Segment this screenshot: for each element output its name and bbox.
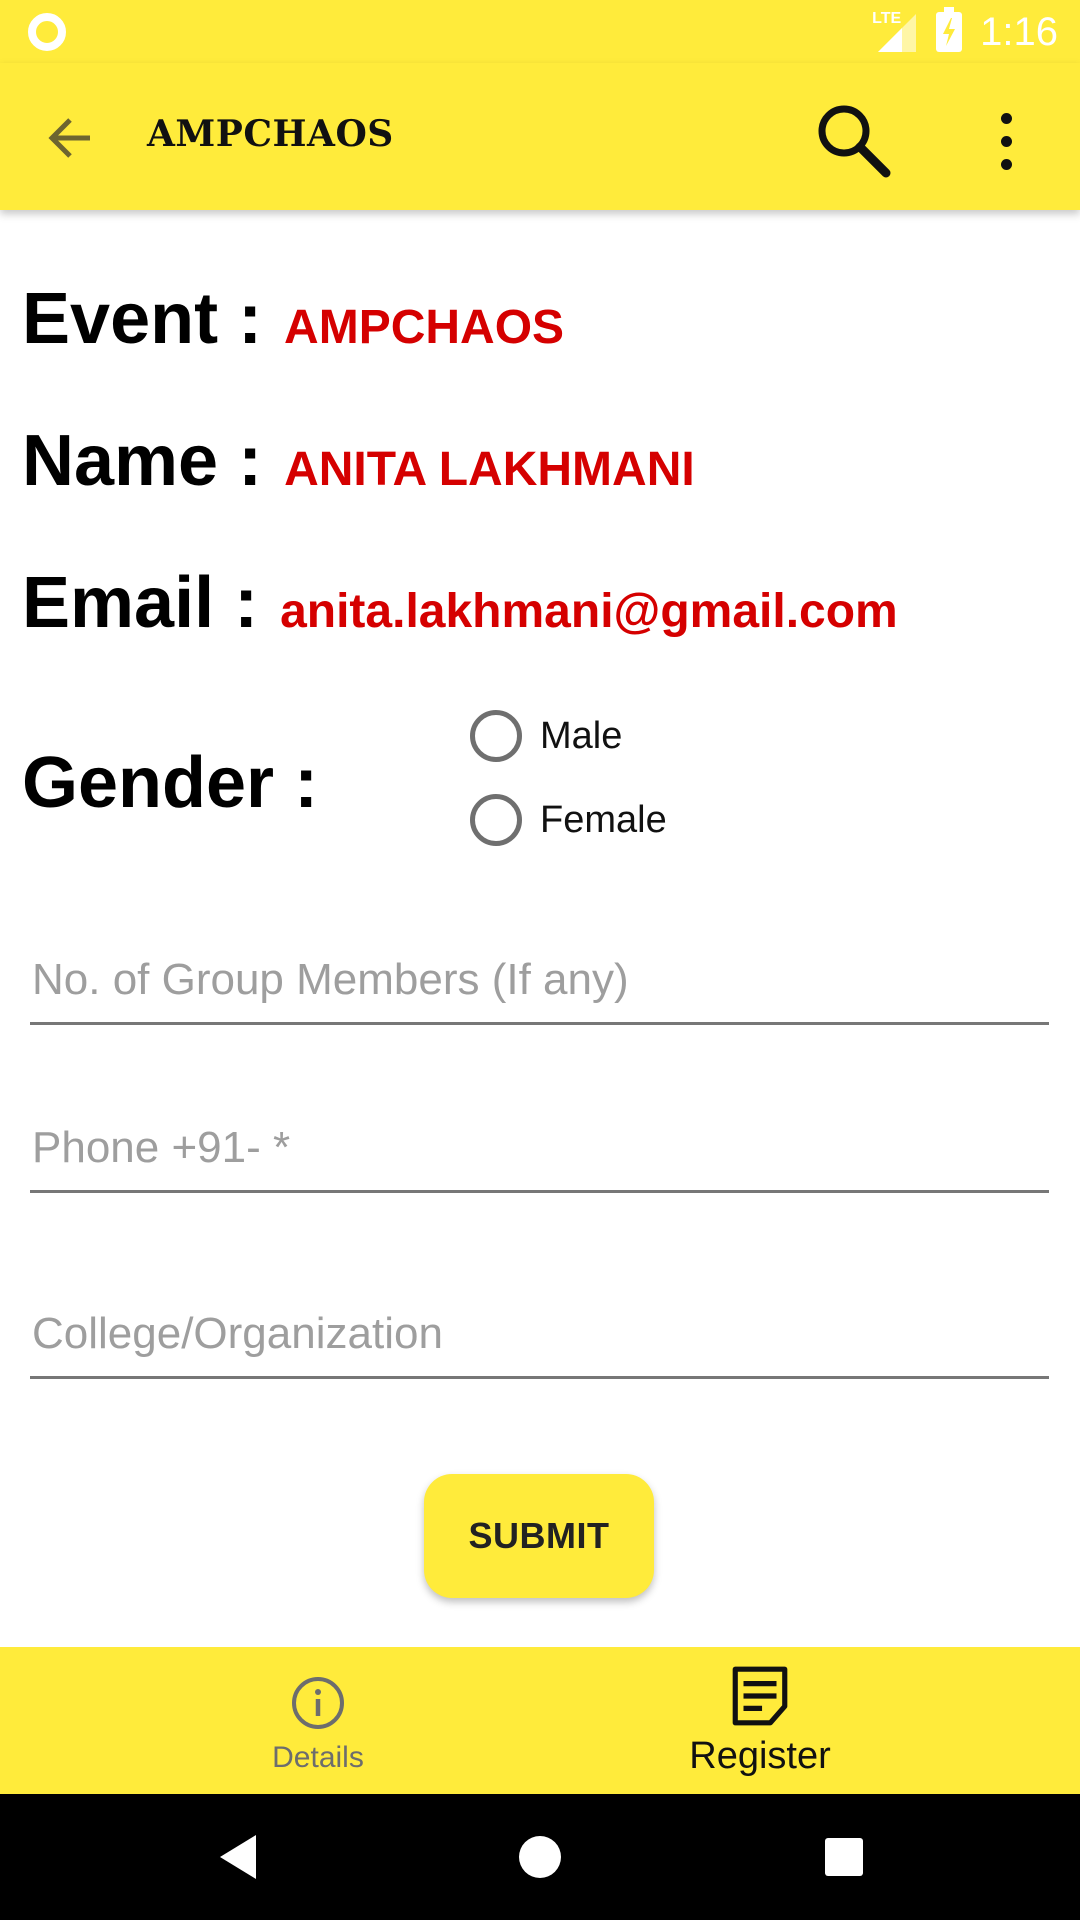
system-navigation-bar xyxy=(0,1794,1080,1920)
system-home-button[interactable] xyxy=(510,1827,570,1887)
college-field[interactable] xyxy=(30,1283,1049,1379)
event-label: Event : xyxy=(22,279,263,359)
clock: 1:16 xyxy=(980,9,1058,54)
radio-label-male[interactable]: Male xyxy=(540,715,622,758)
app-bar: AMPCHAOS xyxy=(0,63,1080,210)
battery-icon xyxy=(936,7,963,52)
phone-field[interactable] xyxy=(30,1097,1049,1193)
search-icon xyxy=(818,105,891,178)
name-value: ANITA LAKHMANI xyxy=(284,443,695,496)
system-recents-button[interactable] xyxy=(814,1827,874,1887)
radio-unchecked-icon[interactable] xyxy=(470,794,522,846)
submit-button[interactable]: SUBMIT xyxy=(424,1474,654,1598)
notification-icon xyxy=(28,13,66,51)
group-members-field[interactable] xyxy=(30,929,1049,1025)
name-row: Name : ANITA LAKHMANI xyxy=(22,420,695,502)
status-bar: LTE 1:16 xyxy=(0,0,1080,63)
college-input[interactable] xyxy=(30,1283,1049,1376)
event-row: Event : AMPCHAOS xyxy=(22,278,564,360)
radio-unchecked-icon[interactable] xyxy=(470,710,522,762)
email-value: anita.lakhmani@gmail.com xyxy=(280,585,898,638)
signal-icon: LTE xyxy=(872,10,918,54)
arrow-back-icon xyxy=(48,118,90,158)
gender-radio-male[interactable]: Male xyxy=(470,710,622,762)
page-title: AMPCHAOS xyxy=(147,113,394,155)
phone-input[interactable] xyxy=(30,1097,1049,1190)
email-row: Email : anita.lakhmani@gmail.com xyxy=(22,562,898,644)
nav-item-register[interactable]: Register xyxy=(610,1647,910,1794)
event-value: AMPCHAOS xyxy=(284,301,565,354)
triangle-back-icon xyxy=(220,1835,256,1879)
radio-label-female[interactable]: Female xyxy=(540,799,667,842)
nav-label-register: Register xyxy=(689,1735,831,1777)
nav-item-details[interactable]: Details xyxy=(168,1647,468,1794)
circle-home-icon xyxy=(519,1836,561,1878)
more-vert-icon xyxy=(1000,112,1012,124)
name-label: Name : xyxy=(22,421,263,501)
email-label: Email : xyxy=(22,563,259,643)
system-back-button[interactable] xyxy=(208,1827,268,1887)
note-icon xyxy=(732,1666,788,1726)
search-button[interactable] xyxy=(812,99,896,183)
more-vert-icon-dot xyxy=(1000,158,1012,170)
info-icon xyxy=(292,1677,344,1729)
gender-label: Gender : xyxy=(22,743,319,823)
square-recents-icon xyxy=(825,1838,863,1876)
nav-label-details: Details xyxy=(272,1741,364,1774)
bottom-navigation: Details Register xyxy=(0,1647,1080,1794)
more-options-button[interactable] xyxy=(984,103,1028,179)
back-button[interactable] xyxy=(40,108,100,168)
status-icons: LTE 1:16 xyxy=(872,7,1058,56)
gender-radio-female[interactable]: Female xyxy=(470,794,667,846)
group-members-input[interactable] xyxy=(30,929,1049,1022)
more-vert-icon-dot xyxy=(1000,135,1012,147)
